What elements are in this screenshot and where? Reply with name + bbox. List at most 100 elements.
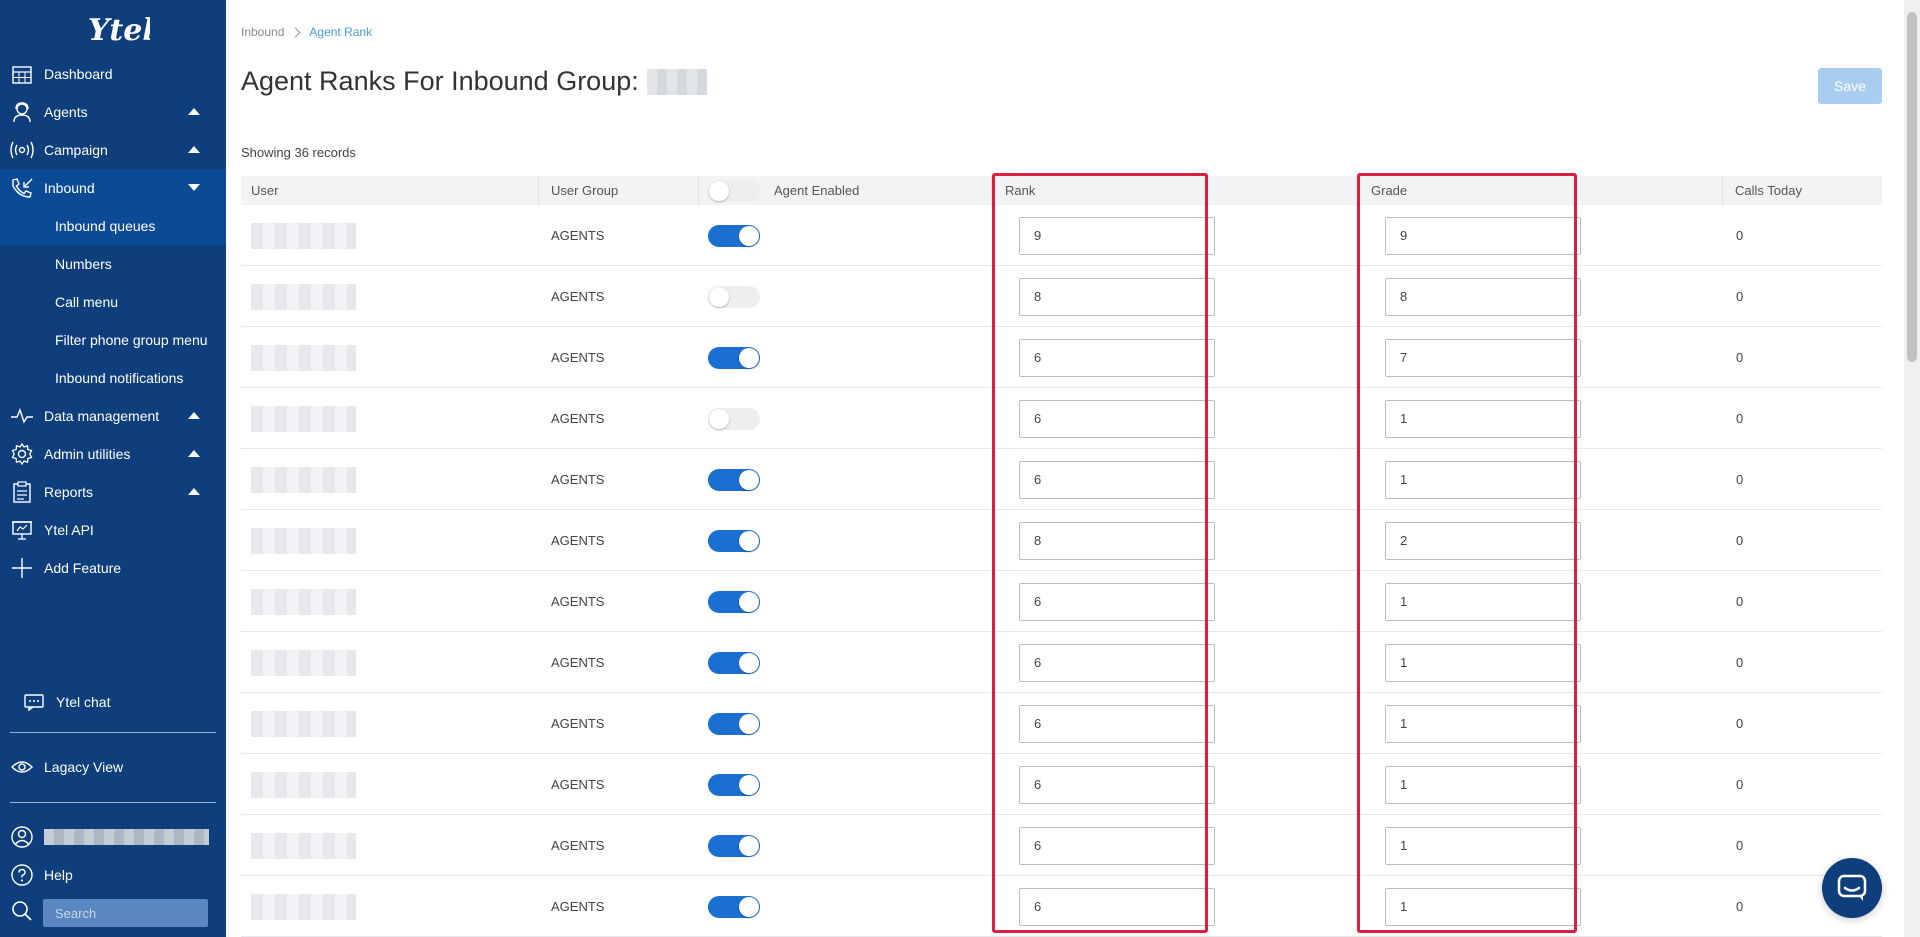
user-name-redacted — [251, 344, 356, 371]
rank-input[interactable] — [1019, 765, 1215, 804]
sidebar-item-label: Campaign — [44, 142, 108, 158]
sidebar-search-input[interactable] — [43, 899, 208, 927]
sidebar-item-reports[interactable]: Reports — [0, 473, 226, 511]
rank-input[interactable] — [1019, 216, 1215, 255]
ytel-logo[interactable]: Ytel — [80, 6, 150, 52]
sidebar-item-label: Help — [44, 867, 73, 883]
column-divider — [991, 176, 992, 205]
scroll-thumb[interactable] — [1907, 12, 1917, 362]
sidebar-item-label: Inbound — [44, 180, 95, 196]
grade-input[interactable] — [1385, 826, 1581, 865]
user-group-cell: AGENTS — [551, 716, 605, 731]
grade-input[interactable] — [1385, 643, 1581, 682]
rank-input[interactable] — [1019, 399, 1215, 438]
breadcrumb-agent-rank: Agent Rank — [309, 25, 373, 39]
grade-input[interactable] — [1385, 338, 1581, 377]
column-divider — [1722, 176, 1723, 205]
chat-launcher-button[interactable] — [1822, 858, 1882, 918]
sidebar-subitem-filter-phone-group-menu[interactable]: Filter phone group menu — [0, 321, 226, 359]
sidebar-item-label: Dashboard — [44, 66, 113, 82]
broadcast-icon — [10, 138, 34, 162]
user-group-cell: AGENTS — [551, 472, 605, 487]
rank-input[interactable] — [1019, 826, 1215, 865]
clipboard-icon — [10, 480, 34, 504]
sidebar-item-ytel-chat[interactable]: Ytel chat — [0, 683, 226, 721]
grade-cell — [1385, 327, 1581, 388]
sidebar-subitem-numbers[interactable]: Numbers — [0, 245, 226, 283]
pulse-icon — [10, 404, 34, 428]
rank-input[interactable] — [1019, 460, 1215, 499]
eye-icon — [10, 755, 34, 779]
user-cell — [251, 571, 356, 632]
chevron-up-icon — [188, 146, 200, 153]
user-name-redacted — [251, 771, 356, 798]
agent-enabled-toggle[interactable] — [708, 834, 760, 857]
sidebar-item-agents[interactable]: Agents — [0, 93, 226, 131]
sidebar-item-data-management[interactable]: Data management — [0, 397, 226, 435]
agent-enabled-toggle[interactable] — [708, 407, 760, 430]
agent-enabled-cell — [708, 876, 760, 937]
sidebar-item-dashboard[interactable]: Dashboard — [0, 55, 226, 93]
agent-enabled-toggle[interactable] — [708, 712, 760, 735]
grade-input[interactable] — [1385, 216, 1581, 255]
column-header-user[interactable]: User — [251, 176, 278, 205]
rank-input[interactable] — [1019, 704, 1215, 743]
table-row: AGENTS 0 — [241, 632, 1882, 693]
user-name-redacted — [251, 405, 356, 432]
rank-input[interactable] — [1019, 521, 1215, 560]
sidebar-item-label: Data management — [44, 408, 160, 424]
chevron-right-icon — [290, 27, 301, 37]
grade-input[interactable] — [1385, 277, 1581, 316]
sidebar-item-campaign[interactable]: Campaign — [0, 131, 226, 169]
column-divider — [538, 176, 539, 205]
agent-enabled-toggle[interactable] — [708, 224, 760, 247]
user-cell — [251, 266, 356, 327]
agent-enabled-toggle[interactable] — [708, 468, 760, 491]
agent-enabled-toggle[interactable] — [708, 651, 760, 674]
grade-cell — [1385, 388, 1581, 449]
agent-enabled-toggle[interactable] — [708, 590, 760, 613]
grade-cell — [1385, 693, 1581, 754]
sidebar-subitem-call-menu[interactable]: Call menu — [0, 283, 226, 321]
sidebar-subitem-inbound-notifications[interactable]: Inbound notifications — [0, 359, 226, 397]
toggle-all-agents[interactable] — [708, 179, 760, 202]
agent-enabled-toggle[interactable] — [708, 773, 760, 796]
page-scrollbar[interactable] — [1904, 0, 1920, 937]
sidebar-subitem-inbound-queues[interactable]: Inbound queues — [0, 207, 226, 245]
rank-input[interactable] — [1019, 887, 1215, 926]
grade-input[interactable] — [1385, 399, 1581, 438]
sidebar-item-label: Reports — [44, 484, 94, 500]
sidebar-item-user-profile[interactable] — [0, 818, 226, 856]
grade-input[interactable] — [1385, 887, 1581, 926]
rank-input[interactable] — [1019, 643, 1215, 682]
grade-input[interactable] — [1385, 765, 1581, 804]
agent-enabled-toggle[interactable] — [708, 285, 760, 308]
question-circle-icon — [10, 863, 34, 887]
column-header-user-group[interactable]: User Group — [551, 176, 618, 205]
agent-enabled-toggle[interactable] — [708, 895, 760, 918]
column-header-grade[interactable]: Grade — [1371, 176, 1407, 205]
grade-cell — [1385, 510, 1581, 571]
grade-input[interactable] — [1385, 460, 1581, 499]
rank-input[interactable] — [1019, 582, 1215, 621]
sidebar-item-ytel-api[interactable]: Ytel API — [0, 511, 226, 549]
rank-input[interactable] — [1019, 338, 1215, 377]
chevron-up-icon — [188, 412, 200, 419]
grade-input[interactable] — [1385, 704, 1581, 743]
sidebar-item-inbound[interactable]: Inbound — [0, 169, 226, 207]
column-header-calls-today[interactable]: Calls Today — [1735, 176, 1802, 205]
grade-input[interactable] — [1385, 582, 1581, 621]
sidebar-item-add-feature[interactable]: Add Feature — [0, 549, 226, 587]
column-header-rank[interactable]: Rank — [1005, 176, 1035, 205]
save-button[interactable]: Save — [1818, 68, 1882, 104]
agent-enabled-toggle[interactable] — [708, 529, 760, 552]
user-cell — [251, 449, 356, 510]
breadcrumb-inbound[interactable]: Inbound — [241, 25, 284, 39]
sidebar-item-help[interactable]: Help — [0, 856, 226, 894]
sidebar-item-legacy-view[interactable]: Lagacy View — [0, 748, 226, 786]
grade-input[interactable] — [1385, 521, 1581, 560]
rank-input[interactable] — [1019, 277, 1215, 316]
user-name-redacted — [251, 527, 356, 554]
sidebar-item-admin-utilities[interactable]: Admin utilities — [0, 435, 226, 473]
agent-enabled-toggle[interactable] — [708, 346, 760, 369]
